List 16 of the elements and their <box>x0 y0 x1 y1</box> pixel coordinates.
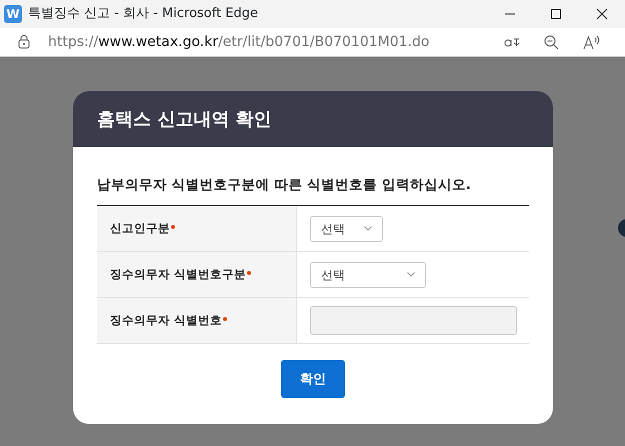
maximize-icon <box>550 8 562 20</box>
app-icon: W <box>4 5 22 23</box>
caret-icon <box>364 226 372 232</box>
field-label: 신고인구분 <box>110 220 170 238</box>
lock-icon <box>18 35 30 49</box>
dialog-title: 홈택스 신고내역 확인 <box>73 91 553 147</box>
close-icon <box>596 8 608 20</box>
url-text[interactable]: https://www.wetax.go.kr/etr/lit/b0701/B070101M01.do <box>48 32 491 52</box>
select-field[interactable]: 선택 <box>310 216 383 242</box>
select-field[interactable]: 선택 <box>310 262 426 288</box>
confirm-button[interactable]: 확인 <box>281 360 345 398</box>
window-title: 특별징수 신고 - 회사 - Microsoft Edge <box>28 5 260 24</box>
instruction-text: 납부의무자 식별번호구분에 따른 식별번호를 입력하십시오. <box>97 176 472 195</box>
field-label: 징수의무자 식별번호 <box>110 312 222 330</box>
caret-icon <box>407 272 415 278</box>
field-label: 징수의무자 식별번호구분 <box>110 266 246 284</box>
